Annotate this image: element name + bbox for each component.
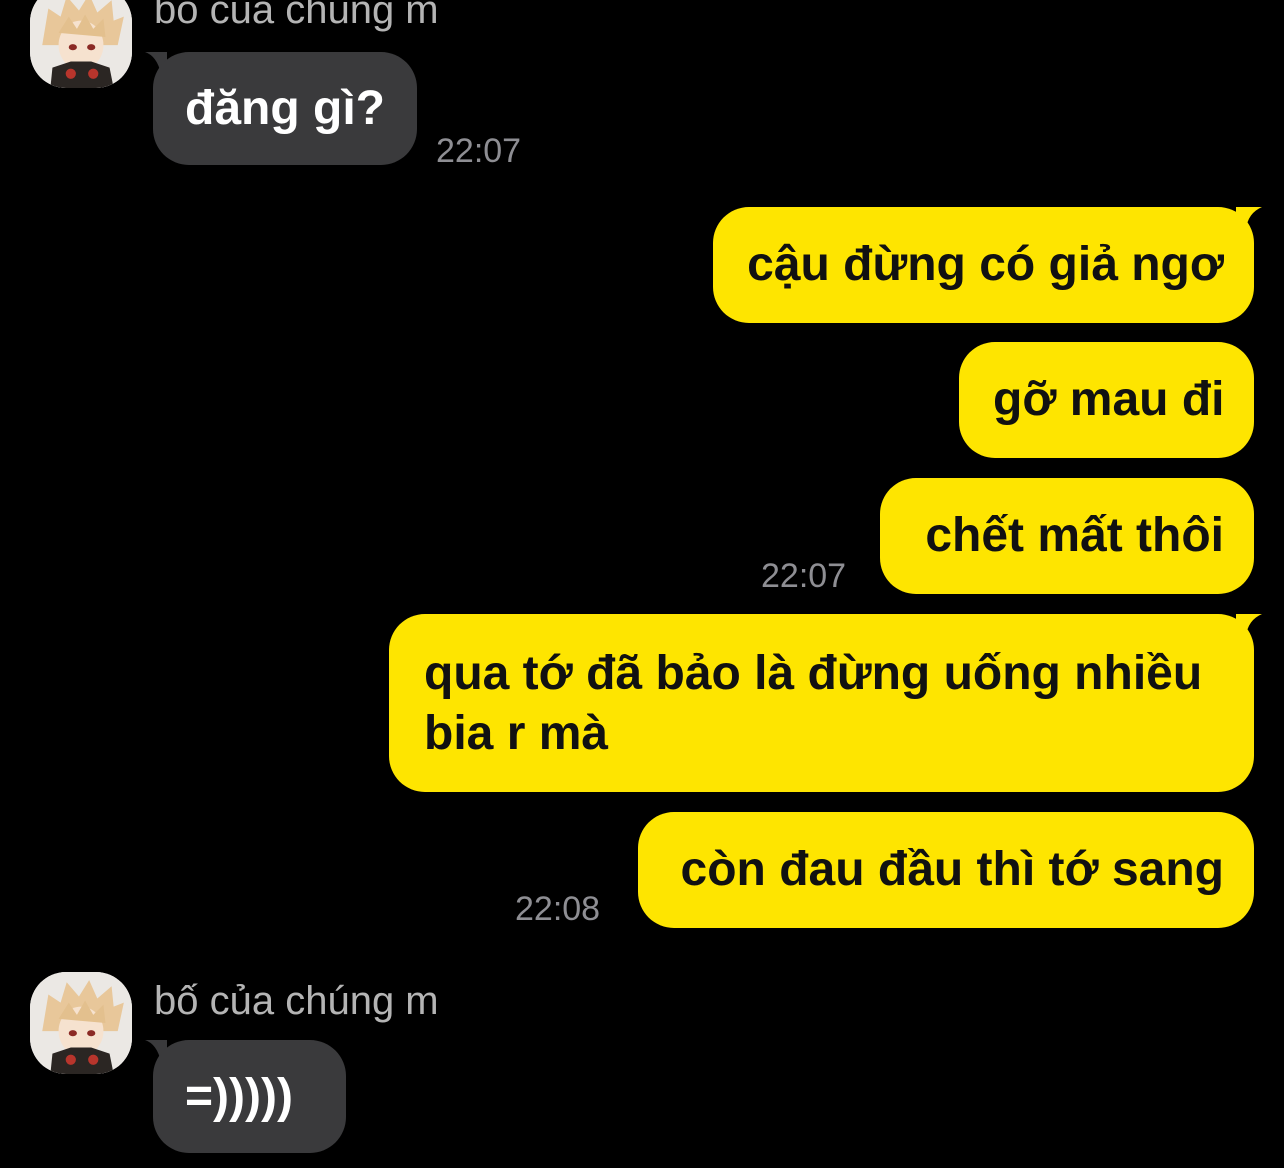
bubble-tail	[1236, 614, 1262, 636]
message-bubble-outgoing[interactable]: gỡ mau đi	[959, 342, 1254, 458]
message-text: gỡ mau đi	[993, 373, 1225, 426]
message-text: còn đau đầu thì tớ sang	[680, 843, 1224, 896]
message-timestamp: 22:08	[515, 890, 601, 928]
message-bubble-outgoing[interactable]: còn đau đầu thì tớ sang	[638, 812, 1254, 928]
message-text: qua tớ đã bảo là đừng uống nhiều bia r m…	[424, 647, 1203, 760]
avatar-illustration	[30, 0, 132, 88]
message-text: cậu đừng có giả ngơ	[747, 238, 1224, 291]
avatar-icon[interactable]	[30, 0, 132, 88]
message-bubble-outgoing[interactable]: cậu đừng có giả ngơ	[713, 207, 1254, 323]
message-text: đăng gì?	[185, 82, 385, 135]
message-bubble-outgoing[interactable]: qua tớ đã bảo là đừng uống nhiều bia r m…	[389, 614, 1254, 792]
avatar-illustration	[30, 972, 132, 1074]
sender-name: bố của chúng m	[154, 979, 439, 1023]
message-bubble-incoming[interactable]: =)))))	[153, 1040, 346, 1153]
message-timestamp: 22:07	[436, 132, 522, 170]
avatar-icon[interactable]	[30, 972, 132, 1074]
message-text: chết mất thôi	[925, 509, 1224, 562]
message-timestamp: 22:07	[761, 557, 847, 595]
sender-name: bố của chúng m	[154, 0, 439, 32]
bubble-tail	[1236, 207, 1262, 229]
message-bubble-outgoing[interactable]: chết mất thôi	[880, 478, 1254, 594]
message-bubble-incoming[interactable]: đăng gì?	[153, 52, 417, 165]
message-text: =)))))	[185, 1070, 293, 1123]
